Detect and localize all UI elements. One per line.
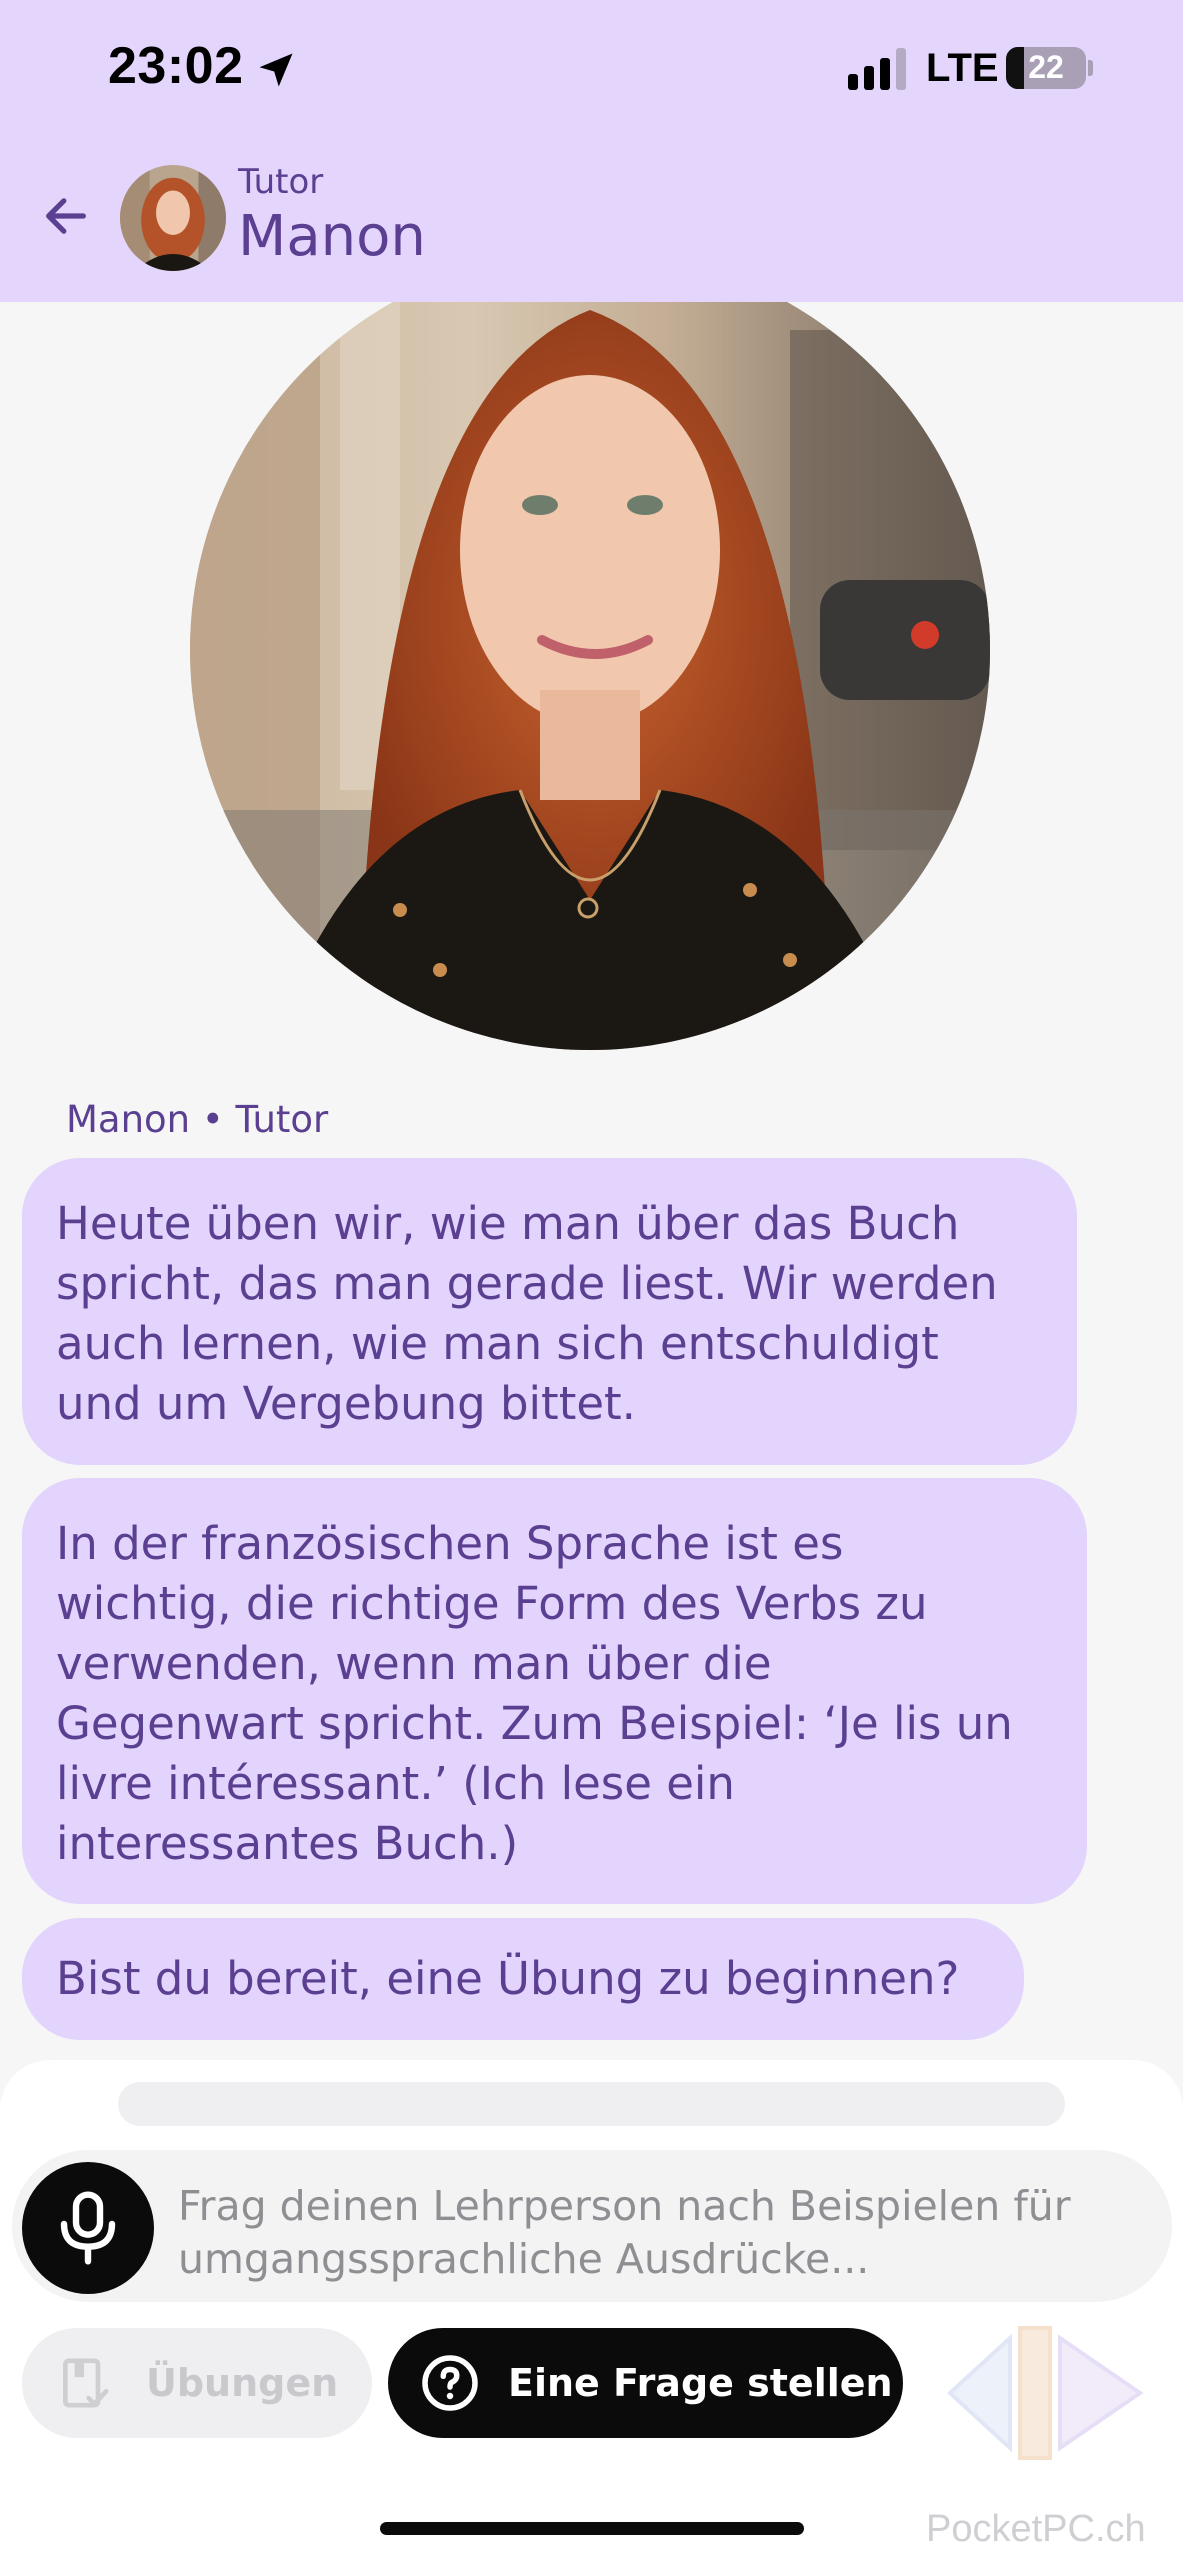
chat-message-bubble[interactable]: Bist du bereit, eine Übung zu beginnen? bbox=[22, 1918, 1024, 2040]
battery-level: 22 bbox=[1028, 49, 1064, 85]
microphone-button[interactable] bbox=[22, 2162, 154, 2294]
message-line: Bist du bereit, eine Übung zu beginnen? bbox=[56, 1952, 960, 2005]
message-line: Gegenwart spricht. Zum Beispiel: ‘Je lis… bbox=[56, 1697, 1013, 1750]
placeholder-line: umgangssprachliche Ausdrücke... bbox=[178, 2235, 870, 2283]
book-check-icon bbox=[63, 2358, 109, 2408]
location-arrow-icon bbox=[259, 53, 293, 87]
practice-button-label: Übungen bbox=[146, 2361, 339, 2405]
watermark-text: PocketPC.ch bbox=[926, 2508, 1146, 2550]
battery-icon: 22 bbox=[1006, 47, 1086, 89]
tutor-portrait bbox=[190, 250, 990, 1050]
back-button[interactable] bbox=[30, 180, 102, 252]
chat-message-bubble[interactable]: Heute üben wir, wie man über das Buch sp… bbox=[22, 1158, 1077, 1465]
message-line: wichtig, die richtige Form des Verbs zu bbox=[56, 1577, 928, 1630]
message-line: spricht, das man gerade liest. Wir werde… bbox=[56, 1257, 998, 1310]
header-bar: 23:02 LTE 22 Tutor Manon bbox=[0, 0, 1183, 302]
battery-tip bbox=[1088, 60, 1093, 76]
cellular-signal-icon bbox=[848, 48, 906, 90]
composer-sheet bbox=[0, 2060, 1183, 2560]
tutor-portrait-image bbox=[190, 250, 990, 1050]
tutor-avatar-image bbox=[120, 165, 226, 271]
status-time-overlay: 23:02 bbox=[108, 37, 244, 95]
chat-message-bubble[interactable]: In der französischen Sprache ist es wich… bbox=[22, 1478, 1087, 1904]
ask-question-label: Eine Frage stellen bbox=[508, 2361, 893, 2405]
message-line: Heute üben wir, wie man über das Buch bbox=[56, 1197, 960, 1250]
placeholder-line: Frag deinen Lehrperson nach Beispielen f… bbox=[178, 2182, 1071, 2230]
ask-question-button[interactable]: Eine Frage stellen bbox=[388, 2328, 903, 2438]
arrow-left-icon bbox=[46, 198, 86, 234]
message-line: livre intéressant.’ (Ich lese ein bbox=[56, 1757, 735, 1810]
suggestion-bar[interactable] bbox=[118, 2082, 1065, 2126]
practice-button[interactable]: Übungen bbox=[22, 2328, 372, 2438]
tutor-avatar[interactable] bbox=[120, 165, 226, 271]
message-sender-label: Manon • Tutor bbox=[66, 1098, 329, 1141]
header-name: Manon bbox=[238, 204, 426, 269]
message-line: und um Vergebung bittet. bbox=[56, 1377, 636, 1430]
question-circle-icon bbox=[422, 2355, 478, 2411]
message-line: interessantes Buch.) bbox=[56, 1817, 519, 1870]
message-line: In der französischen Sprache ist es bbox=[56, 1517, 844, 1570]
home-indicator[interactable] bbox=[380, 2522, 804, 2535]
microphone-icon bbox=[60, 2191, 116, 2265]
message-line: auch lernen, wie man sich entschuldigt bbox=[56, 1317, 939, 1370]
message-input-placeholder[interactable]: Frag deinen Lehrperson nach Beispielen f… bbox=[178, 2180, 1138, 2286]
network-type: LTE bbox=[926, 46, 999, 90]
message-line: verwenden, wenn man über die bbox=[56, 1637, 772, 1690]
header-role: Tutor bbox=[238, 162, 324, 202]
pocketpc-logo bbox=[947, 2326, 1144, 2460]
